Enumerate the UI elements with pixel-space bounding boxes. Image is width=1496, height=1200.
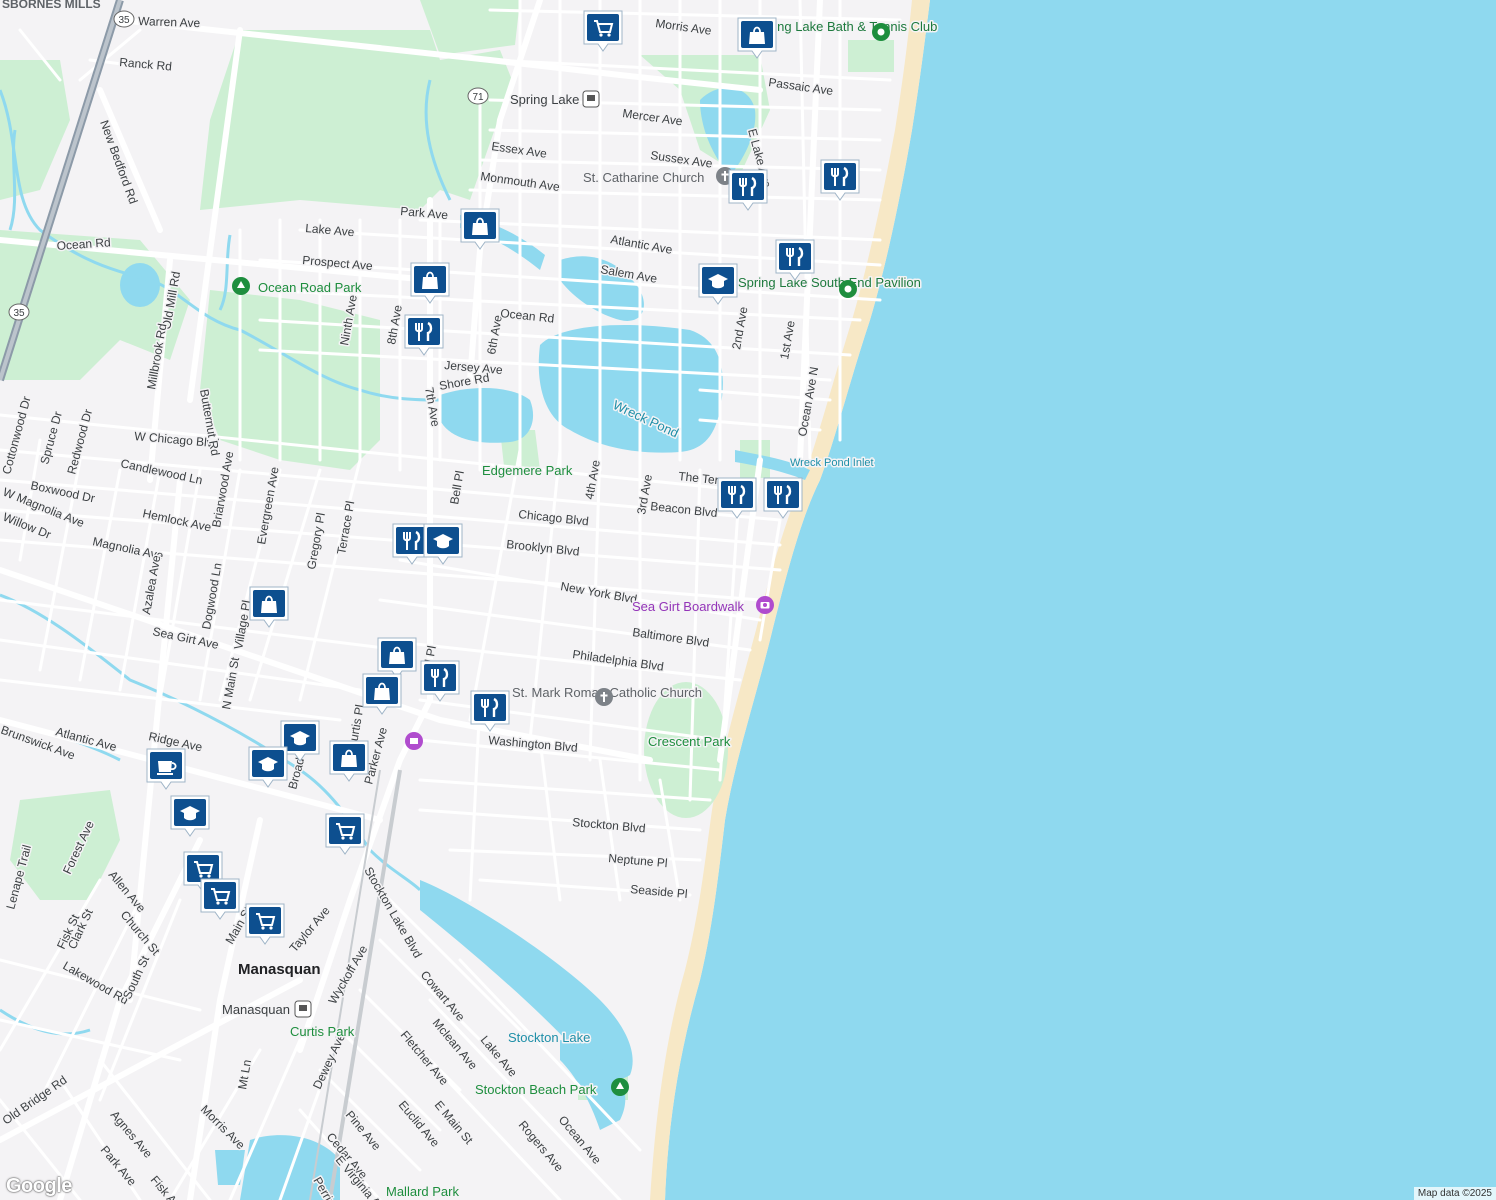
poi-label-bath-club: Spring Lake Bath & Tennis Club — [754, 19, 937, 34]
station-label-manasquan: Manasquan — [222, 1002, 290, 1017]
park-label-ocean-road: Ocean Road Park — [258, 280, 362, 295]
tree-icon — [232, 277, 250, 295]
train-icon — [582, 90, 600, 108]
town-label-osbornes: SBORNES MILLS — [2, 0, 101, 11]
park-label-edgemere: Edgemere Park — [482, 463, 573, 478]
map-attribution: Map data ©2025 — [1413, 1187, 1496, 1200]
google-logo: Google — [6, 1175, 72, 1197]
church-icon — [595, 688, 613, 706]
park-icon — [872, 23, 890, 41]
town-label-manasquan: Manasquan — [238, 961, 321, 978]
svg-text:35: 35 — [118, 15, 130, 26]
poi-label-pavilion: Spring Lake South End Pavilion — [738, 275, 921, 290]
poi-label-boardwalk: Sea Girt Boardwalk — [632, 599, 744, 614]
svg-text:35: 35 — [13, 308, 25, 319]
camera-icon — [756, 596, 774, 614]
route-35-shield-north: 35 — [113, 10, 135, 28]
train-icon — [294, 1000, 312, 1018]
museum-icon — [405, 732, 423, 750]
station-label-spring-lake: Spring Lake — [510, 92, 579, 107]
park-label-curtis: Curtis Park — [290, 1024, 355, 1039]
tree-icon — [611, 1078, 629, 1096]
route-35-shield-south: 35 — [8, 303, 30, 321]
water-label-stockton-lake: Stockton Lake — [508, 1030, 590, 1045]
svg-text:Warren Ave: Warren Ave — [138, 14, 201, 30]
map-canvas[interactable]: 35 71 35 Warren Ave Morris Ave Passaic A… — [0, 0, 1496, 1200]
park-label-mallard: Mallard Park — [386, 1184, 459, 1199]
svg-text:71: 71 — [472, 92, 484, 103]
park-icon — [839, 280, 857, 298]
water-label-wreck-pond-inlet: Wreck Pond Inlet — [790, 457, 874, 469]
poi-label-st-catharine: St. Catharine Church — [583, 170, 704, 185]
route-71-shield: 71 — [467, 87, 489, 105]
park-label-stockton-beach: Stockton Beach Park — [475, 1082, 597, 1097]
park-label-crescent: Crescent Park — [648, 734, 731, 749]
